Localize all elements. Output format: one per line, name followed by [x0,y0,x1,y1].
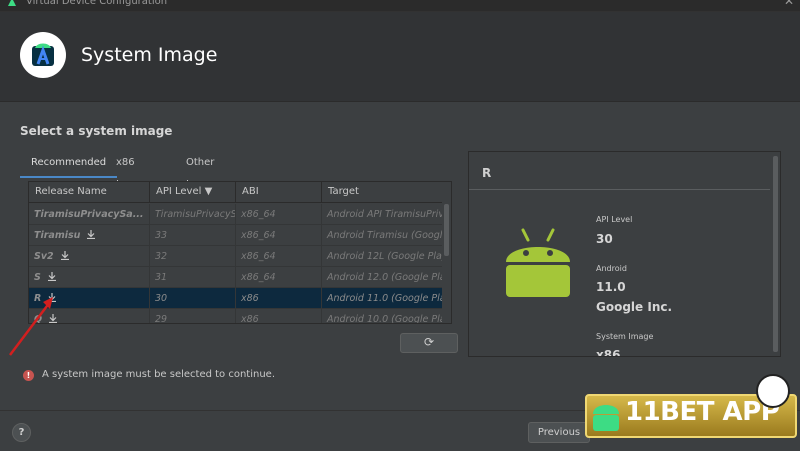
soccer-ball-icon [756,374,790,408]
release-name: Tiramisu [34,230,81,241]
download-icon[interactable] [86,226,96,246]
release-name-cell: S [29,267,150,288]
tab-recommended[interactable]: Recommended [20,152,118,178]
help-button[interactable]: ? [12,423,31,442]
android-robot-icon [506,228,570,297]
target-cell: Android 10.0 (Google Play) [322,309,443,323]
release-name: R [34,293,42,304]
divider [469,189,770,190]
android-label: Android [596,264,627,273]
release-name: TiramisuPrivacySa... [34,209,144,220]
watermark-logo: 11BET APP [585,374,797,438]
release-name-cell: TiramisuPrivacySa... [29,204,150,225]
table-row[interactable]: R 30 x86 Android 11.0 (Google Play) [29,288,443,309]
release-name: Q [34,314,43,324]
detail-title: R [482,166,492,180]
download-icon[interactable] [47,289,57,309]
column-header-abi[interactable]: ABI [236,182,322,203]
api-level-cell: 30 [150,288,236,309]
refresh-icon: ⟳ [423,335,435,349]
download-icon[interactable] [48,310,58,323]
detail-panel: R API Level 30 Android 11.0 Google Inc. … [468,151,781,357]
api-level-cell: TiramisuPrivacySan [150,204,236,225]
table-header: Release Name API Level ▼ ABI Target [29,182,443,203]
api-level-cell: 32 [150,246,236,267]
close-icon[interactable]: ✕ [784,0,794,7]
system-image-table: Release Name API Level ▼ ABI Target Tira… [28,181,452,324]
api-level-cell: 31 [150,267,236,288]
target-cell: Android 12.0 (Google Play) [322,267,443,288]
download-icon[interactable] [47,268,57,288]
android-studio-icon [8,0,16,6]
android-mascot-icon [593,405,619,431]
abi-cell: x86 [236,288,322,309]
vendor-value: Google Inc. [596,300,673,314]
column-header-target[interactable]: Target [322,182,443,203]
android-studio-logo [20,32,66,78]
release-name-cell: Sv2 [29,246,150,267]
target-cell: Android 11.0 (Google Play) [322,288,443,309]
target-cell: Android API TiramisuPrivacy [322,204,443,225]
table-row[interactable]: TiramisuPrivacySa... TiramisuPrivacySanx8… [29,204,443,225]
release-name-cell: Tiramisu [29,225,150,246]
window-titlebar: Virtual Device Configuration ✕ [0,0,800,12]
previous-button[interactable]: Previous [528,422,590,443]
watermark-text: 11BET APP [625,397,780,427]
download-icon[interactable] [60,247,70,267]
table-row[interactable]: Sv2 32 x86_64 Android 12L (Google Play) [29,246,443,267]
detail-scrollbar[interactable] [771,152,780,356]
abi-cell: x86_64 [236,204,322,225]
dialog-content: Select a system image Recommended x86 Im… [0,103,800,410]
table-row[interactable]: S 31 x86_64 Android 12.0 (Google Play) [29,267,443,288]
release-name: Sv2 [34,251,54,262]
api-level-cell: 33 [150,225,236,246]
target-cell: Android Tiramisu (Google Pl [322,225,443,246]
api-level-cell: 29 [150,309,236,323]
table-row[interactable]: Q 29 x86 Android 10.0 (Google Play) [29,309,443,324]
scrollbar-thumb[interactable] [444,204,449,256]
abi-cell: x86 [236,309,322,323]
api-level-value: 30 [596,232,613,246]
system-image-label: System Image [596,332,654,341]
dialog-header: System Image [0,12,800,102]
window-title: Virtual Device Configuration [26,0,168,7]
api-level-label: API Level [596,215,633,224]
release-name-cell: R [29,288,150,309]
scrollbar-thumb[interactable] [773,156,778,352]
release-name-cell: Q [29,309,150,324]
error-message: ! A system image must be selected to cont… [23,368,275,381]
tab-x86-images[interactable]: x86 Images [105,152,164,190]
error-icon: ! [23,370,34,381]
error-text: A system image must be selected to conti… [42,369,276,380]
refresh-button[interactable]: ⟳ [400,333,458,353]
system-image-value: x86 [596,348,621,357]
table-scrollbar[interactable] [442,182,451,323]
column-header-api-level[interactable]: API Level ▼ [150,182,236,203]
abi-cell: x86_64 [236,225,322,246]
page-title: System Image [81,44,218,66]
abi-cell: x86_64 [236,267,322,288]
android-version-value: 11.0 [596,280,626,294]
abi-cell: x86_64 [236,246,322,267]
table-row[interactable]: Tiramisu 33x86_64Android Tiramisu (Google… [29,225,443,246]
tab-other-images[interactable]: Other Images [175,152,234,190]
column-header-release-name[interactable]: Release Name [29,182,150,203]
section-title: Select a system image [20,124,173,138]
target-cell: Android 12L (Google Play) [322,246,443,267]
release-name: S [34,272,41,283]
